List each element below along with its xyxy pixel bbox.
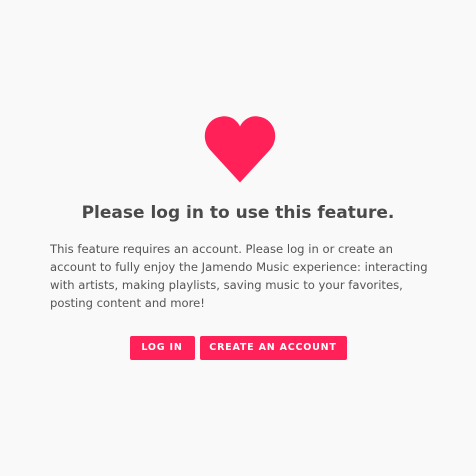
page-title: Please log in to use this feature.: [81, 203, 395, 223]
log-in-button[interactable]: LOG IN: [129, 336, 195, 360]
auth-buttons: LOG IN CREATE AN ACCOUNT: [0, 336, 476, 360]
feature-description: This feature requires an account. Please…: [50, 242, 428, 310]
heart-icon: [204, 116, 276, 183]
create-account-button[interactable]: CREATE AN ACCOUNT: [199, 336, 347, 360]
login-required-page: Please log in to use this feature. This …: [0, 0, 476, 476]
